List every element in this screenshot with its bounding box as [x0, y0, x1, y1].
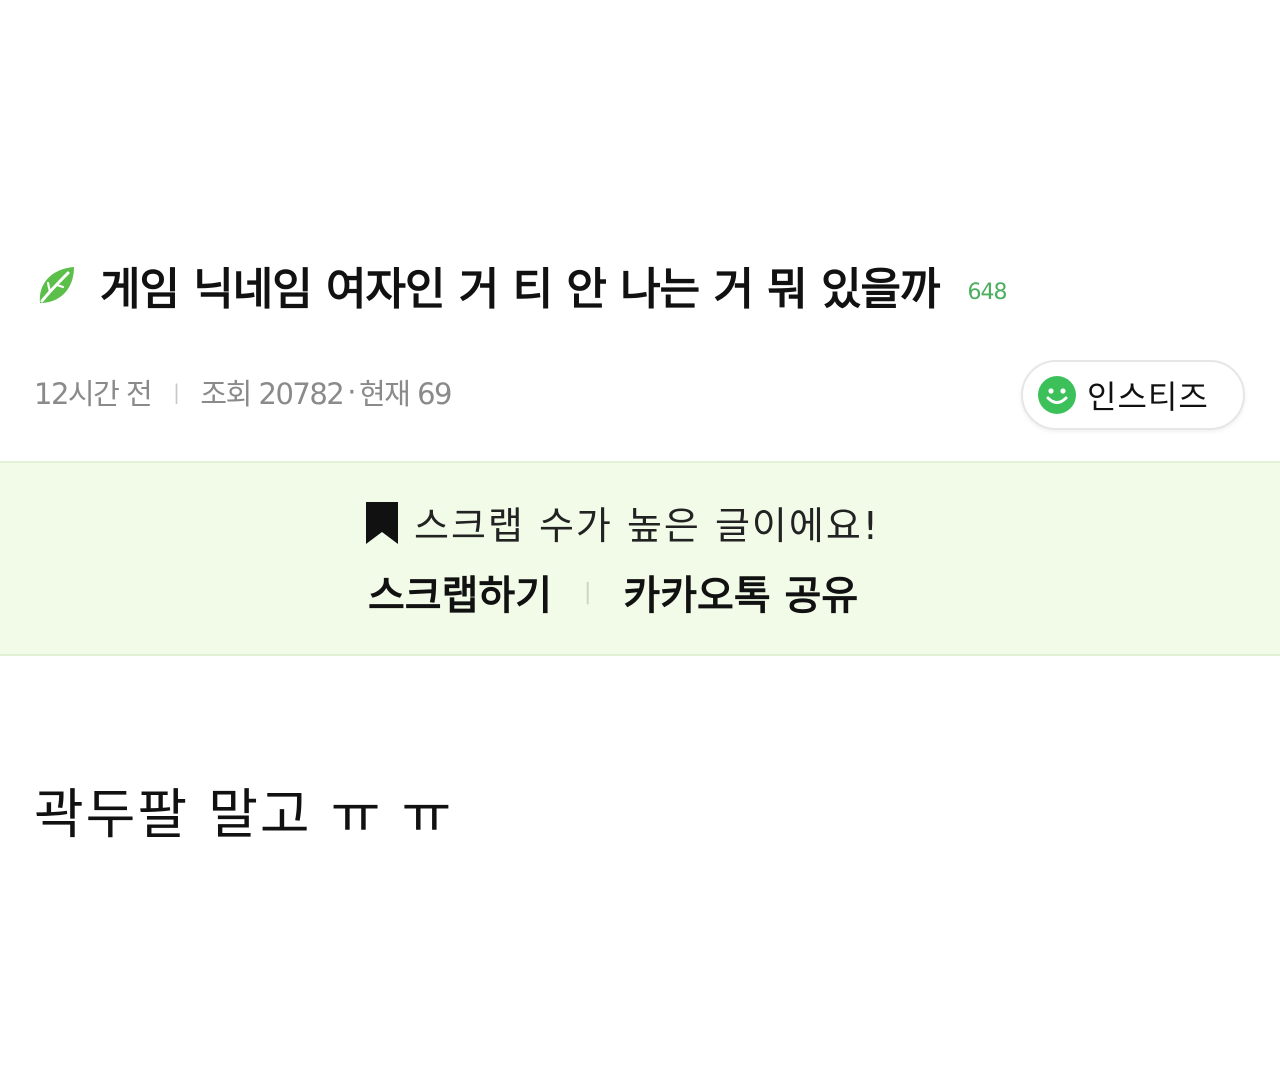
scrap-button[interactable]: 스크랩하기	[368, 563, 552, 621]
view-count: 조회 20782	[200, 377, 344, 411]
smile-icon	[1037, 375, 1077, 415]
leaf-icon	[34, 263, 78, 307]
title-row: 게임 닉네임 여자인 거 티 안 나는 거 뭐 있을까 648	[34, 250, 1008, 320]
meta-divider: |	[173, 380, 180, 404]
comment-count[interactable]: 648	[968, 280, 1008, 305]
post-body: 곽두팔 말고 ㅠ ㅠ	[34, 783, 454, 846]
banner-message-row: 스크랩 수가 높은 글이에요!	[364, 495, 880, 550]
scrap-banner: 스크랩 수가 높은 글이에요! 스크랩하기 | 카카오톡 공유	[0, 461, 1280, 656]
banner-divider: |	[584, 579, 592, 605]
board-chip[interactable]: 인스티즈	[1021, 360, 1245, 430]
post-title: 게임 닉네임 여자인 거 티 안 나는 거 뭐 있을까	[100, 264, 941, 315]
post-meta: 12시간 전 | 조회 20782 · 현재 69	[34, 370, 452, 414]
bookmark-icon	[364, 500, 400, 546]
current-viewers: 현재 69	[358, 377, 452, 411]
banner-message: 스크랩 수가 높은 글이에요!	[414, 504, 881, 548]
meta-dot: ·	[347, 375, 356, 409]
board-label: 인스티즈	[1087, 378, 1209, 416]
banner-actions: 스크랩하기 | 카카오톡 공유	[368, 563, 858, 621]
kakao-share-button[interactable]: 카카오톡 공유	[623, 563, 858, 621]
time-ago: 12시간 전	[34, 377, 153, 411]
